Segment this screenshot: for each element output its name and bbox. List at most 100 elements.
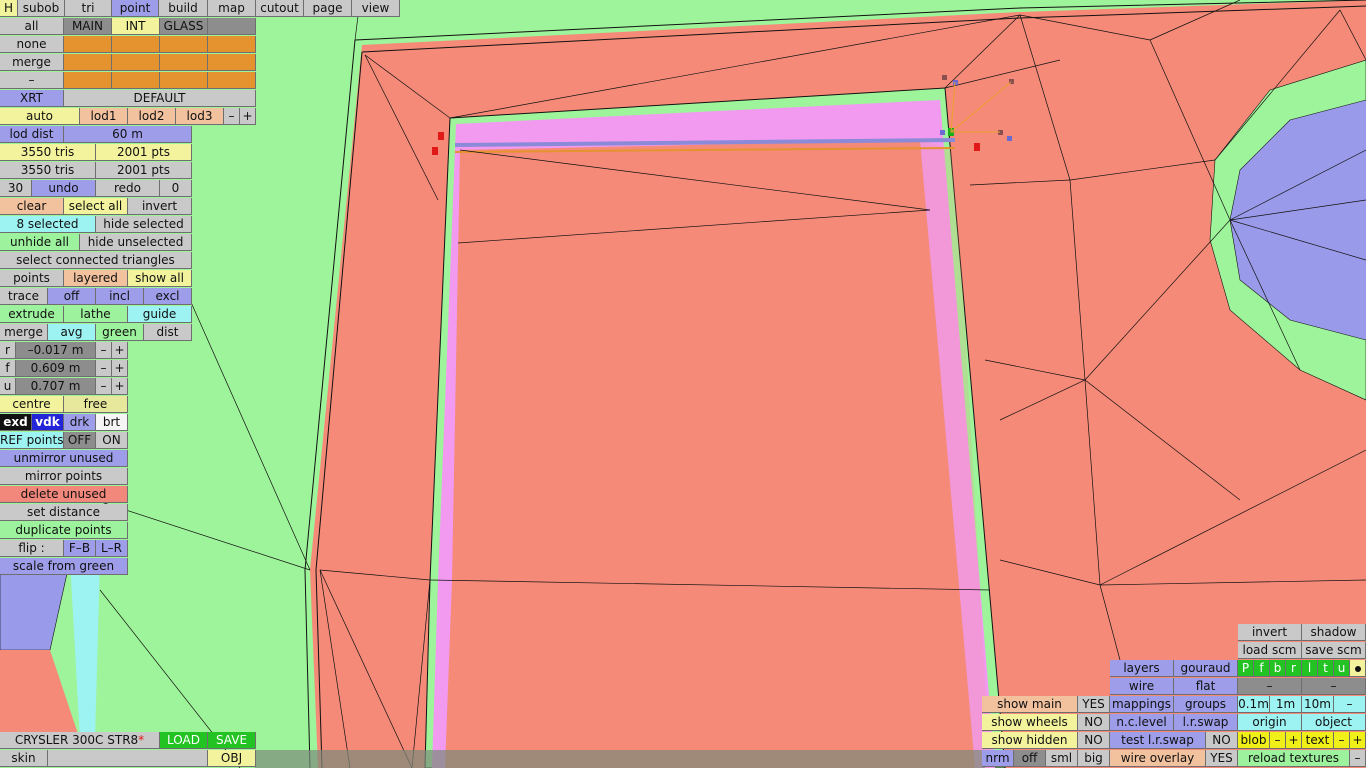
layer-cell[interactable]: [112, 72, 160, 89]
menu-view[interactable]: view: [352, 0, 400, 17]
h-button[interactable]: H: [0, 0, 18, 17]
test-lr-swap-button[interactable]: test l.r.swap: [1110, 732, 1206, 749]
default-button[interactable]: DEFAULT: [64, 90, 256, 107]
layer-main-button[interactable]: MAIN: [64, 18, 112, 35]
lod-dist-value[interactable]: 60 m: [64, 126, 192, 143]
blob-minus-button[interactable]: –: [1270, 732, 1286, 749]
shadow-button[interactable]: shadow: [1302, 624, 1366, 641]
lod-auto-button[interactable]: auto: [0, 108, 80, 125]
object-button[interactable]: object: [1302, 714, 1366, 731]
coord-f-minus[interactable]: –: [96, 360, 112, 377]
menu-point[interactable]: point: [112, 0, 159, 17]
wire-overlay-button[interactable]: wire overlay: [1110, 750, 1206, 767]
lod2-button[interactable]: lod2: [128, 108, 176, 125]
ref-on-button[interactable]: ON: [96, 432, 128, 449]
coord-u-plus[interactable]: +: [112, 378, 128, 395]
layer-cell[interactable]: [112, 54, 160, 71]
nc-level-button[interactable]: n.c.level: [1110, 714, 1174, 731]
view-t-button[interactable]: t: [1318, 660, 1334, 677]
trace-off-button[interactable]: off: [48, 288, 96, 305]
flip-fb-button[interactable]: F–B: [64, 540, 96, 557]
hide-selected-button[interactable]: hide selected: [96, 216, 192, 233]
lod-minus-button[interactable]: –: [224, 108, 240, 125]
show-main-yes[interactable]: YES: [1078, 696, 1110, 713]
unhide-all-button[interactable]: unhide all: [0, 234, 80, 251]
test-lr-swap-no[interactable]: NO: [1206, 732, 1238, 749]
lr-swap-button[interactable]: l.r.swap: [1174, 714, 1238, 731]
clear-button[interactable]: clear: [0, 198, 64, 215]
lod1-button[interactable]: lod1: [80, 108, 128, 125]
coord-r-minus[interactable]: –: [96, 342, 112, 359]
layer-int-button[interactable]: INT: [112, 18, 160, 35]
sml-button[interactable]: sml: [1046, 750, 1078, 767]
shade-vdk-button[interactable]: vdk: [32, 414, 64, 431]
lod3-button[interactable]: lod3: [176, 108, 224, 125]
layered-button[interactable]: layered: [64, 270, 128, 287]
grid-10m-button[interactable]: 10m: [1302, 696, 1334, 713]
trace-incl-button[interactable]: incl: [96, 288, 144, 305]
text-minus-button[interactable]: –: [1334, 732, 1350, 749]
layer-glass-button[interactable]: GLASS: [160, 18, 208, 35]
dash-button[interactable]: –: [0, 72, 64, 89]
load-scm-button[interactable]: load scm: [1238, 642, 1302, 659]
coord-f-value[interactable]: 0.609 m: [16, 360, 96, 377]
reload-minus-button[interactable]: –: [1350, 750, 1366, 767]
off-button[interactable]: off: [1014, 750, 1046, 767]
show-main-button[interactable]: show main: [982, 696, 1078, 713]
big-button[interactable]: big: [1078, 750, 1110, 767]
dash-right[interactable]: –: [1302, 678, 1366, 695]
layer-cell[interactable]: [64, 54, 112, 71]
merge-dist-button[interactable]: dist: [144, 324, 192, 341]
coord-f-plus[interactable]: +: [112, 360, 128, 377]
flip-lr-button[interactable]: L–R: [96, 540, 128, 557]
merge-points-button[interactable]: merge: [0, 324, 48, 341]
show-hidden-button[interactable]: show hidden: [982, 732, 1078, 749]
ref-off-button[interactable]: OFF: [64, 432, 96, 449]
menu-cutout[interactable]: cutout: [256, 0, 304, 17]
lathe-button[interactable]: lathe: [64, 306, 128, 323]
save-button[interactable]: SAVE: [208, 732, 256, 749]
flat-button[interactable]: flat: [1174, 678, 1238, 695]
merge-avg-button[interactable]: avg: [48, 324, 96, 341]
menu-map[interactable]: map: [208, 0, 256, 17]
hide-unselected-button[interactable]: hide unselected: [80, 234, 192, 251]
none-button[interactable]: none: [0, 36, 64, 53]
shade-brt-button[interactable]: brt: [96, 414, 128, 431]
view-r-button[interactable]: r: [1286, 660, 1302, 677]
lod-plus-button[interactable]: +: [240, 108, 256, 125]
nrm-button[interactable]: nrm: [982, 750, 1014, 767]
view-l-button[interactable]: l: [1302, 660, 1318, 677]
menu-build[interactable]: build: [159, 0, 208, 17]
trace-button[interactable]: trace: [0, 288, 48, 305]
view-b-button[interactable]: b: [1270, 660, 1286, 677]
menu-subob[interactable]: subob: [18, 0, 65, 17]
coord-r-value[interactable]: –0.017 m: [16, 342, 96, 359]
text-plus-button[interactable]: +: [1350, 732, 1366, 749]
coord-u-minus[interactable]: –: [96, 378, 112, 395]
select-connected-button[interactable]: select connected triangles: [0, 252, 192, 269]
layer-all-button[interactable]: all: [0, 18, 64, 35]
invert-selection-button[interactable]: invert: [128, 198, 192, 215]
groups-button[interactable]: groups: [1174, 696, 1238, 713]
mappings-button[interactable]: mappings: [1110, 696, 1174, 713]
menu-tri[interactable]: tri: [65, 0, 112, 17]
show-hidden-no[interactable]: NO: [1078, 732, 1110, 749]
reload-textures-button[interactable]: reload textures: [1238, 750, 1350, 767]
points-button[interactable]: points: [0, 270, 64, 287]
view-f-button[interactable]: f: [1254, 660, 1270, 677]
load-button[interactable]: LOAD: [160, 732, 208, 749]
coord-u-value[interactable]: 0.707 m: [16, 378, 96, 395]
merge-layer-button[interactable]: merge: [0, 54, 64, 71]
coord-r-plus[interactable]: +: [112, 342, 128, 359]
undo-button[interactable]: undo: [32, 180, 96, 197]
view-u-button[interactable]: u: [1334, 660, 1350, 677]
save-scm-button[interactable]: save scm: [1302, 642, 1366, 659]
xrt-button[interactable]: XRT: [0, 90, 64, 107]
show-all-button[interactable]: show all: [128, 270, 192, 287]
skin-field[interactable]: [48, 750, 208, 767]
grid-1m-button[interactable]: 1m: [1270, 696, 1302, 713]
shade-drk-button[interactable]: drk: [64, 414, 96, 431]
trace-excl-button[interactable]: excl: [144, 288, 192, 305]
centre-button[interactable]: centre: [0, 396, 64, 413]
text-button[interactable]: text: [1302, 732, 1334, 749]
